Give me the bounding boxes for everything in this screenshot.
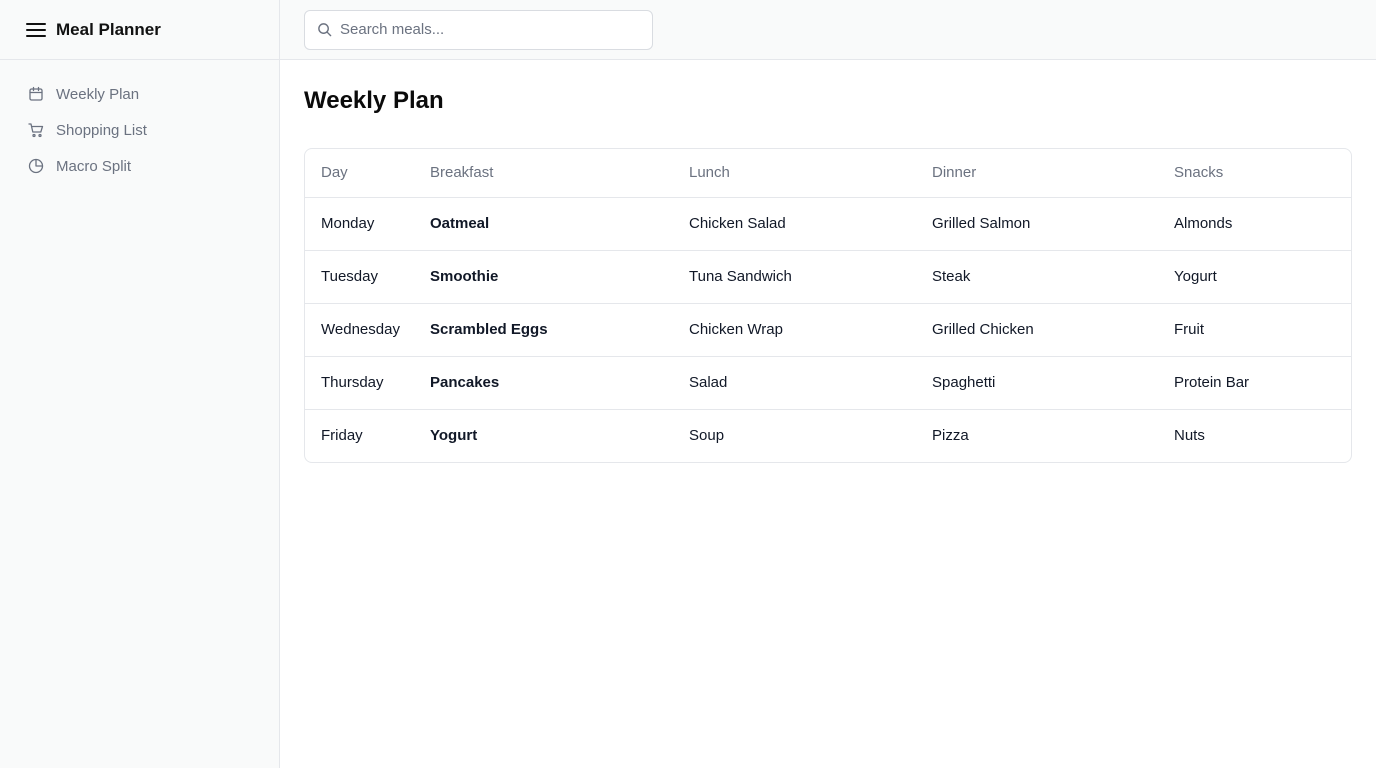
column-header-breakfast: Breakfast xyxy=(430,164,494,182)
cell-lunch: Chicken Wrap xyxy=(689,321,783,338)
cell-breakfast: Oatmeal xyxy=(430,215,490,232)
cell-day: Tuesday xyxy=(321,268,378,285)
cell-lunch: Salad xyxy=(689,374,728,391)
cell-snacks: Fruit xyxy=(1174,321,1204,338)
cell-lunch: Chicken Salad xyxy=(689,215,786,232)
menu-icon[interactable] xyxy=(26,20,46,40)
cell-dinner: Grilled Chicken xyxy=(932,321,1034,338)
table-body: Monday Oatmeal Chicken Salad Grilled Sal… xyxy=(305,197,1351,462)
cell-dinner: Grilled Salmon xyxy=(932,215,1031,232)
sidebar-item-macro-split[interactable]: Macro Split xyxy=(0,148,279,184)
app-root: Meal Planner Weekly Plan Shopping List M… xyxy=(0,0,1376,768)
search-box[interactable] xyxy=(304,9,653,50)
sidebar-item-weekly-plan[interactable]: Weekly Plan xyxy=(0,76,279,112)
cell-day: Wednesday xyxy=(321,321,400,338)
cell-day: Thursday xyxy=(321,374,384,391)
cell-day: Friday xyxy=(321,427,363,445)
sidebar-header: Meal Planner xyxy=(0,0,279,60)
cell-dinner: Pizza xyxy=(932,427,969,445)
cell-snacks: Almonds xyxy=(1174,215,1233,232)
cell-lunch: Tuna Sandwich xyxy=(689,268,792,285)
meal-table-card: Day Breakfast Lunch Dinner Snacks Monday… xyxy=(304,148,1352,463)
table-row[interactable]: Wednesday Scrambled Eggs Chicken Wrap Gr… xyxy=(305,303,1351,356)
topbar xyxy=(280,0,1376,60)
cell-lunch: Soup xyxy=(689,427,725,445)
cell-dinner: Steak xyxy=(932,268,971,285)
search-input[interactable] xyxy=(340,21,630,38)
cell-snacks: Protein Bar xyxy=(1174,374,1250,391)
meal-table: Day Breakfast Lunch Dinner Snacks Monday… xyxy=(305,149,1351,462)
sidebar-item-label: Shopping List xyxy=(56,121,147,139)
column-header-lunch: Lunch xyxy=(689,164,730,182)
cell-day: Monday xyxy=(321,215,375,232)
table-row[interactable]: Thursday Pancakes Salad Spaghetti Protei… xyxy=(305,356,1351,409)
cell-snacks: Nuts xyxy=(1174,427,1205,445)
sidebar-nav: Weekly Plan Shopping List Macro Split xyxy=(0,60,279,184)
table-header: Day Breakfast Lunch Dinner Snacks xyxy=(305,149,1351,197)
header-row: Day Breakfast Lunch Dinner Snacks xyxy=(305,149,1351,197)
sidebar-item-shopping-list[interactable]: Shopping List xyxy=(0,112,279,148)
app-title: Meal Planner xyxy=(56,19,161,39)
main-area: Weekly Plan Day Breakfast Lunch Dinner S… xyxy=(280,0,1376,768)
sidebar: Meal Planner Weekly Plan Shopping List M… xyxy=(0,0,280,768)
calendar-icon xyxy=(28,86,44,102)
content: Weekly Plan Day Breakfast Lunch Dinner S… xyxy=(280,60,1376,463)
table-row[interactable]: Tuesday Smoothie Tuna Sandwich Steak Yog… xyxy=(305,250,1351,303)
cell-dinner: Spaghetti xyxy=(932,374,996,391)
sidebar-item-label: Weekly Plan xyxy=(56,85,140,103)
column-header-dinner: Dinner xyxy=(932,164,977,182)
pie-chart-icon xyxy=(28,158,44,174)
cell-breakfast: Pancakes xyxy=(430,374,500,391)
cell-breakfast: Smoothie xyxy=(430,268,499,285)
column-header-day: Day xyxy=(321,164,348,182)
search-icon xyxy=(316,22,332,38)
cell-snacks: Yogurt xyxy=(1174,268,1217,285)
table-row[interactable]: Friday Yogurt Soup Pizza Nuts xyxy=(305,409,1351,462)
cart-icon xyxy=(28,122,44,138)
page-title: Weekly Plan xyxy=(304,87,444,114)
column-header-snacks: Snacks xyxy=(1174,164,1224,182)
sidebar-item-label: Macro Split xyxy=(56,157,132,175)
table-row[interactable]: Monday Oatmeal Chicken Salad Grilled Sal… xyxy=(305,197,1351,250)
cell-breakfast: Scrambled Eggs xyxy=(430,321,548,338)
cell-breakfast: Yogurt xyxy=(430,427,478,445)
